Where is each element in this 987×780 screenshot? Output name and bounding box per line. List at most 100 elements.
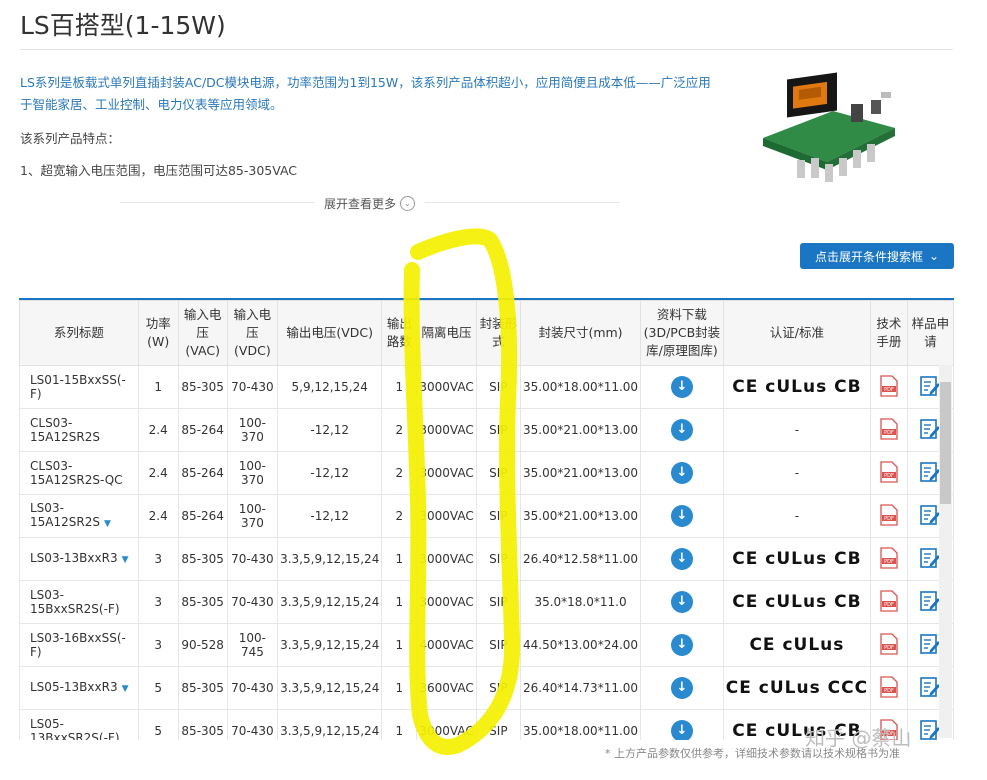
triangle-down-icon[interactable]: ▼ xyxy=(104,519,111,529)
download-icon[interactable]: ↓ xyxy=(670,376,693,398)
cell-package: SIP xyxy=(475,623,521,667)
cell-power: 2.4 xyxy=(137,494,179,538)
download-icon[interactable]: ↓ xyxy=(670,548,693,570)
cell-power: 5 xyxy=(137,666,179,710)
cell-series-name[interactable]: LS03-16BxxSS(-F) xyxy=(19,623,139,667)
cell-series-name[interactable]: CLS03-15A12SR2S-QC xyxy=(19,451,139,495)
triangle-down-icon[interactable]: ▼ xyxy=(122,684,129,694)
series-name-link[interactable]: LS03-15A12SR2S xyxy=(30,501,100,529)
cell-package: SIP xyxy=(475,709,521,740)
download-icon[interactable]: ↓ xyxy=(670,720,693,740)
watermark: 知乎 @蔡山 xyxy=(805,726,912,750)
cell-download: ↓ xyxy=(640,537,724,581)
cell-series-name[interactable]: CLS03-15A12SR2S xyxy=(19,408,139,452)
svg-text:PDF: PDF xyxy=(884,516,894,522)
cell-input-vdc: 70-430 xyxy=(226,666,279,710)
cell-certification: CE cULus CB xyxy=(722,365,872,409)
pdf-icon[interactable]: PDF xyxy=(880,417,898,440)
cell-isolation: 3000VAC xyxy=(416,709,477,740)
table-row: CLS03-15A12SR2S-QC 2.4 85-264 100-370 -12,12… xyxy=(19,451,954,495)
pdf-icon[interactable]: PDF xyxy=(880,632,898,655)
expand-more-link[interactable]: 展开查看更多 ⌄ xyxy=(324,195,416,212)
cell-input-vac: 85-264 xyxy=(177,451,228,495)
cell-input-vdc: 100-745 xyxy=(226,623,279,667)
cell-isolation: 3000VAC xyxy=(416,451,477,495)
col-header-series: 系列标题 xyxy=(19,300,139,366)
condition-search-button[interactable]: 点击展开条件搜索框 ⌄ xyxy=(800,243,954,269)
col-header-sample: 样品申请 xyxy=(906,300,954,366)
cell-size: 35.0*18.0*11.0 xyxy=(519,580,642,624)
pdf-icon[interactable]: PDF xyxy=(880,589,898,612)
cell-package: SIP xyxy=(475,494,521,538)
cell-power: 2.4 xyxy=(137,451,179,495)
col-header-input-vac: 输入电压(VAC) xyxy=(177,300,228,366)
pdf-icon[interactable]: PDF xyxy=(880,460,898,483)
series-name-link[interactable]: LS05-13BxxR3 xyxy=(30,680,118,694)
download-icon[interactable]: ↓ xyxy=(670,634,693,656)
download-icon[interactable]: ↓ xyxy=(670,677,693,699)
cell-isolation: 3000VAC xyxy=(416,537,477,581)
table-scrollbar-thumb[interactable] xyxy=(940,382,951,504)
pdf-icon[interactable]: PDF xyxy=(880,675,898,698)
cell-outputs: 1 xyxy=(381,365,418,409)
cell-size: 35.00*18.00*11.00 xyxy=(519,365,642,409)
cell-input-vac: 90-528 xyxy=(177,623,228,667)
cell-manual: PDF xyxy=(870,666,908,710)
cell-power: 1 xyxy=(137,365,179,409)
series-name-link[interactable]: LS01-15BxxSS(-F) xyxy=(30,373,126,401)
col-header-downloads: 资料下载(3D/PCB封装库/原理图库) xyxy=(640,300,724,366)
pdf-icon[interactable]: PDF xyxy=(880,503,898,526)
cell-series-name[interactable]: LS03-15A12SR2S ▼ xyxy=(19,494,139,538)
cell-package: SIP xyxy=(475,537,521,581)
triangle-down-icon[interactable]: ▼ xyxy=(122,555,129,565)
table-row: LS01-15BxxSS(-F) 1 85-305 70-430 5,9,12,15,2… xyxy=(19,365,954,409)
col-header-outputs: 输出路数 xyxy=(381,300,418,366)
cell-outputs: 2 xyxy=(381,451,418,495)
cell-manual: PDF xyxy=(870,537,908,581)
cell-download: ↓ xyxy=(640,494,724,538)
series-name-link[interactable]: CLS03-15A12SR2S-QC xyxy=(30,459,123,487)
series-name-link[interactable]: CLS03-15A12SR2S xyxy=(30,416,100,444)
download-icon[interactable]: ↓ xyxy=(670,462,693,484)
cell-power: 2.4 xyxy=(137,408,179,452)
expand-divider-right xyxy=(425,202,620,203)
cell-isolation: 3600VAC xyxy=(416,666,477,710)
cell-series-name[interactable]: LS05-13BxxSR2S(-F) xyxy=(19,709,139,740)
pdf-icon[interactable]: PDF xyxy=(880,374,898,397)
cell-output-vdc: -12,12 xyxy=(277,408,383,452)
series-name-link[interactable]: LS03-15BxxSR2S(-F) xyxy=(30,588,120,616)
cell-output-vdc: 3.3,5,9,12,15,24 xyxy=(277,580,383,624)
col-header-isolation: 隔离电压 xyxy=(416,300,477,366)
cell-isolation: 3000VAC xyxy=(416,494,477,538)
series-name-link[interactable]: LS05-13BxxSR2S(-F) xyxy=(30,717,120,740)
cell-series-name[interactable]: LS05-13BxxR3 ▼ xyxy=(19,666,139,710)
col-header-package: 封装形式 xyxy=(475,300,521,366)
cell-certification: - xyxy=(722,408,872,452)
cell-isolation: 3000VAC xyxy=(416,365,477,409)
cell-download: ↓ xyxy=(640,709,724,740)
chevron-down-icon: ⌄ xyxy=(928,249,940,263)
cell-size: 35.00*21.00*13.00 xyxy=(519,451,642,495)
cell-package: SIP xyxy=(475,666,521,710)
table-row: LS03-15A12SR2S ▼ 2.4 85-264 100-370 -12,12 2 30… xyxy=(19,494,954,538)
svg-text:PDF: PDF xyxy=(884,387,894,393)
pdf-icon[interactable]: PDF xyxy=(880,546,898,569)
download-icon[interactable]: ↓ xyxy=(670,505,693,527)
page-title: LS百搭型(1-15W) xyxy=(20,11,226,40)
cell-download: ↓ xyxy=(640,408,724,452)
table-row: LS03-16BxxSS(-F) 3 90-528 100-745 3.3,5,9,12… xyxy=(19,623,954,667)
cell-series-name[interactable]: LS03-15BxxSR2S(-F) xyxy=(19,580,139,624)
cell-power: 5 xyxy=(137,709,179,740)
cell-series-name[interactable]: LS01-15BxxSS(-F) xyxy=(19,365,139,409)
cell-manual: PDF xyxy=(870,365,908,409)
download-icon[interactable]: ↓ xyxy=(670,591,693,613)
cell-download: ↓ xyxy=(640,580,724,624)
search-button-label: 点击展开条件搜索框 xyxy=(814,249,923,264)
cell-input-vdc: 70-430 xyxy=(226,580,279,624)
series-name-link[interactable]: LS03-13BxxR3 xyxy=(30,551,118,565)
download-icon[interactable]: ↓ xyxy=(670,419,693,441)
cell-series-name[interactable]: LS03-13BxxR3 ▼ xyxy=(19,537,139,581)
cell-isolation: 3000VAC xyxy=(416,580,477,624)
series-name-link[interactable]: LS03-16BxxSS(-F) xyxy=(30,631,126,659)
feature-item-1: 1、超宽输入电压范围，电压范围可达85-305VAC xyxy=(20,163,298,178)
